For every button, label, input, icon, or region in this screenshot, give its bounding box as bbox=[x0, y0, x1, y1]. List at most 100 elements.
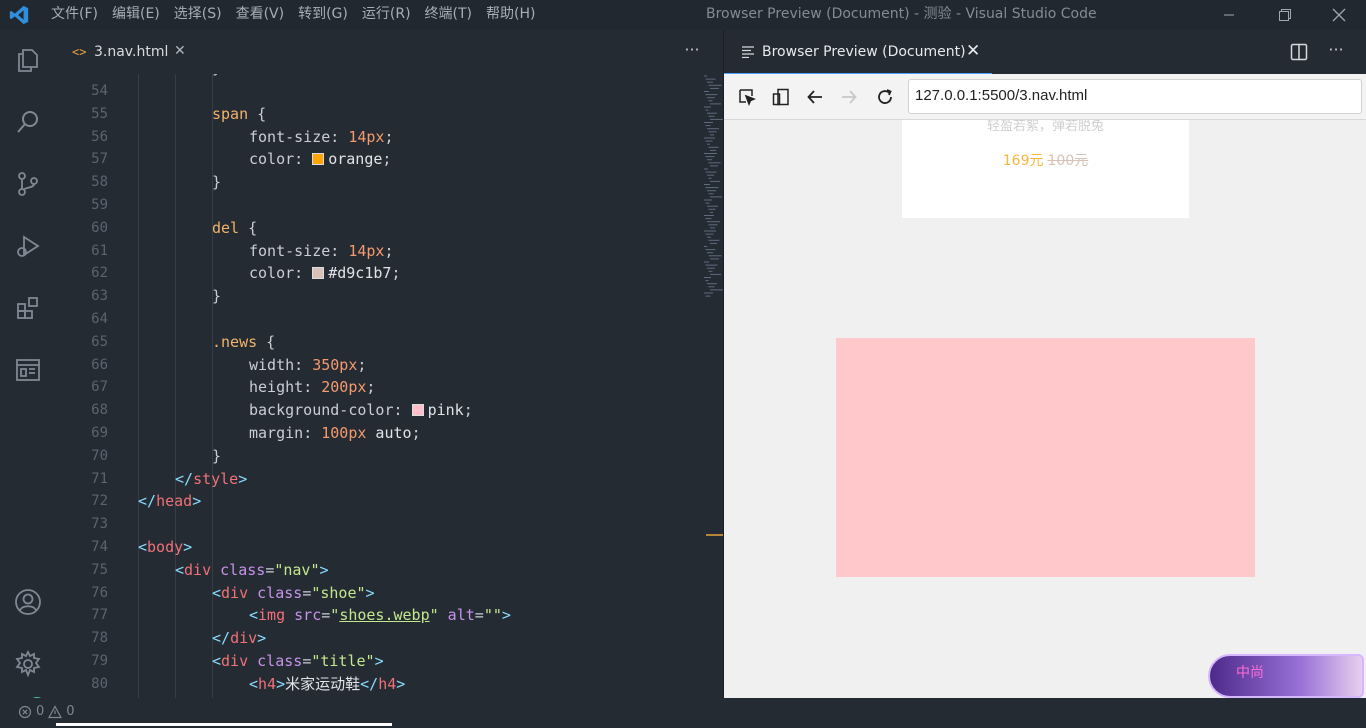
code-area[interactable]: } 5455span {56font-size: 14px;57color: o… bbox=[56, 74, 646, 698]
reload-button[interactable] bbox=[874, 86, 896, 108]
code-token: ; bbox=[411, 424, 421, 442]
address-bar[interactable] bbox=[908, 79, 1362, 114]
minimize-button[interactable] bbox=[1206, 0, 1252, 30]
minimap[interactable] bbox=[646, 74, 723, 698]
code-token: = bbox=[321, 606, 331, 625]
tab-3-nav-html[interactable]: <> 3.nav.html ✕ bbox=[56, 30, 198, 74]
tab-close-icon[interactable]: ✕ bbox=[174, 43, 186, 59]
original-price: 100元 bbox=[1047, 153, 1089, 169]
tab-browser-preview[interactable]: Browser Preview (Document) ✕ bbox=[724, 30, 992, 74]
activity-explorer[interactable] bbox=[8, 40, 48, 80]
code-token: : bbox=[393, 401, 412, 420]
current-price: 169元 bbox=[1002, 153, 1044, 169]
line-number: 62 bbox=[91, 265, 108, 282]
activity-run-debug[interactable] bbox=[8, 226, 48, 266]
code-text: <body> bbox=[138, 536, 192, 559]
line-number: 78 bbox=[91, 630, 108, 647]
code-token: < bbox=[138, 538, 148, 556]
code-line: 57 color: orange; bbox=[56, 148, 646, 171]
forward-button[interactable] bbox=[838, 86, 860, 108]
line-number: 63 bbox=[91, 288, 108, 305]
menu-edit[interactable]: 编辑(E) bbox=[105, 0, 167, 30]
menu-view[interactable]: 查看(V) bbox=[229, 0, 292, 30]
code-line: 62 color: #d9c1b7; bbox=[56, 262, 646, 285]
line-number: 68 bbox=[91, 402, 108, 419]
code-token: pink bbox=[427, 401, 464, 420]
code-token: #d9c1b7 bbox=[328, 264, 392, 283]
minimize-icon bbox=[1224, 14, 1234, 16]
code-token: < bbox=[249, 674, 259, 693]
code-token: .news bbox=[212, 332, 258, 351]
activity-accounts[interactable] bbox=[8, 582, 48, 622]
code-token: > bbox=[365, 583, 375, 602]
device-emulation-button[interactable] bbox=[770, 86, 792, 108]
menu-help[interactable]: 帮助(H) bbox=[479, 0, 542, 30]
browser-preview-icon bbox=[16, 359, 40, 381]
activity-manage[interactable] bbox=[8, 644, 48, 684]
activity-browser-preview[interactable] bbox=[8, 350, 48, 390]
menu-file[interactable]: 文件(F) bbox=[44, 0, 105, 30]
sticker-text: 中尚 bbox=[1236, 665, 1264, 681]
code-token: shoes.webp bbox=[339, 606, 430, 625]
preview-more-actions-icon[interactable]: ··· bbox=[1324, 40, 1348, 64]
code-token: : bbox=[303, 378, 322, 397]
code-token: " bbox=[330, 606, 340, 625]
preview-viewport[interactable]: 轻盈若絮，弹若脱兔 169元 100元 中尚 bbox=[724, 120, 1366, 698]
code-token: { bbox=[239, 218, 258, 237]
line-number: 74 bbox=[91, 539, 108, 555]
restore-button[interactable] bbox=[1262, 0, 1308, 30]
code-token: : bbox=[294, 150, 313, 169]
search-icon bbox=[17, 111, 38, 133]
code-text: font-size: 14px; bbox=[249, 240, 394, 263]
code-token: h4 bbox=[378, 674, 397, 693]
code-line: } bbox=[56, 74, 646, 80]
activity-search[interactable] bbox=[8, 102, 48, 142]
menu-terminal[interactable]: 终端(T) bbox=[418, 0, 479, 30]
url-input[interactable] bbox=[915, 87, 1345, 104]
code-token: font-size bbox=[249, 127, 331, 146]
product-card: 轻盈若絮，弹若脱兔 169元 100元 bbox=[902, 120, 1189, 218]
back-button[interactable] bbox=[804, 86, 826, 108]
source-control-icon bbox=[18, 172, 38, 196]
close-window-button[interactable] bbox=[1316, 0, 1362, 30]
decorative-sticker: 中尚 bbox=[1208, 654, 1364, 698]
code-token: { bbox=[257, 332, 276, 351]
editor-more-actions-icon[interactable]: ··· bbox=[680, 40, 704, 64]
color-swatch-icon[interactable] bbox=[312, 267, 325, 280]
activity-bar: 1 bbox=[0, 30, 56, 715]
error-count: 0 bbox=[36, 704, 45, 719]
code-token: 14px bbox=[348, 241, 385, 260]
line-number: 55 bbox=[91, 105, 108, 122]
code-line: 64 bbox=[56, 308, 646, 331]
code-token: ; bbox=[463, 401, 473, 420]
code-token: auto bbox=[366, 424, 412, 442]
line-number: 73 bbox=[91, 516, 108, 533]
title-bar: 文件(F) 编辑(E) 选择(S) 查看(V) 转到(G) 运行(R) 终端(T… bbox=[0, 0, 1366, 30]
menu-run[interactable]: 运行(R) bbox=[355, 0, 418, 30]
code-token: font-size bbox=[249, 241, 331, 260]
activity-source-control[interactable] bbox=[8, 164, 48, 204]
code-text: span { bbox=[212, 103, 266, 126]
code-line: 65 .news { bbox=[56, 331, 646, 354]
code-line: 71 </style> bbox=[56, 468, 646, 491]
color-swatch-icon[interactable] bbox=[312, 153, 325, 166]
line-number: 58 bbox=[91, 174, 108, 191]
browser-preview-panel: Browser Preview (Document) ✕ ··· 轻盈若絮，弹若… bbox=[723, 30, 1366, 698]
preview-close-icon[interactable]: ✕ bbox=[966, 41, 980, 61]
code-token: " bbox=[429, 606, 439, 625]
device-toggle-icon bbox=[772, 88, 789, 106]
menu-selection[interactable]: 选择(S) bbox=[167, 0, 229, 30]
vscode-logo-icon bbox=[9, 5, 29, 25]
code-token: div bbox=[221, 583, 249, 602]
code-token: } bbox=[212, 173, 222, 192]
news-box bbox=[836, 338, 1255, 577]
color-swatch-icon[interactable] bbox=[411, 404, 424, 417]
activity-extensions[interactable] bbox=[8, 288, 48, 328]
menu-go[interactable]: 转到(G) bbox=[291, 0, 355, 30]
code-token: : bbox=[330, 127, 349, 146]
problems-indicator[interactable]: 0 0 bbox=[18, 704, 75, 719]
split-editor-icon[interactable] bbox=[1290, 43, 1308, 61]
inspect-element-button[interactable] bbox=[736, 86, 758, 108]
code-line: 74 <body> bbox=[56, 536, 646, 559]
arrow-left-icon bbox=[807, 90, 822, 104]
